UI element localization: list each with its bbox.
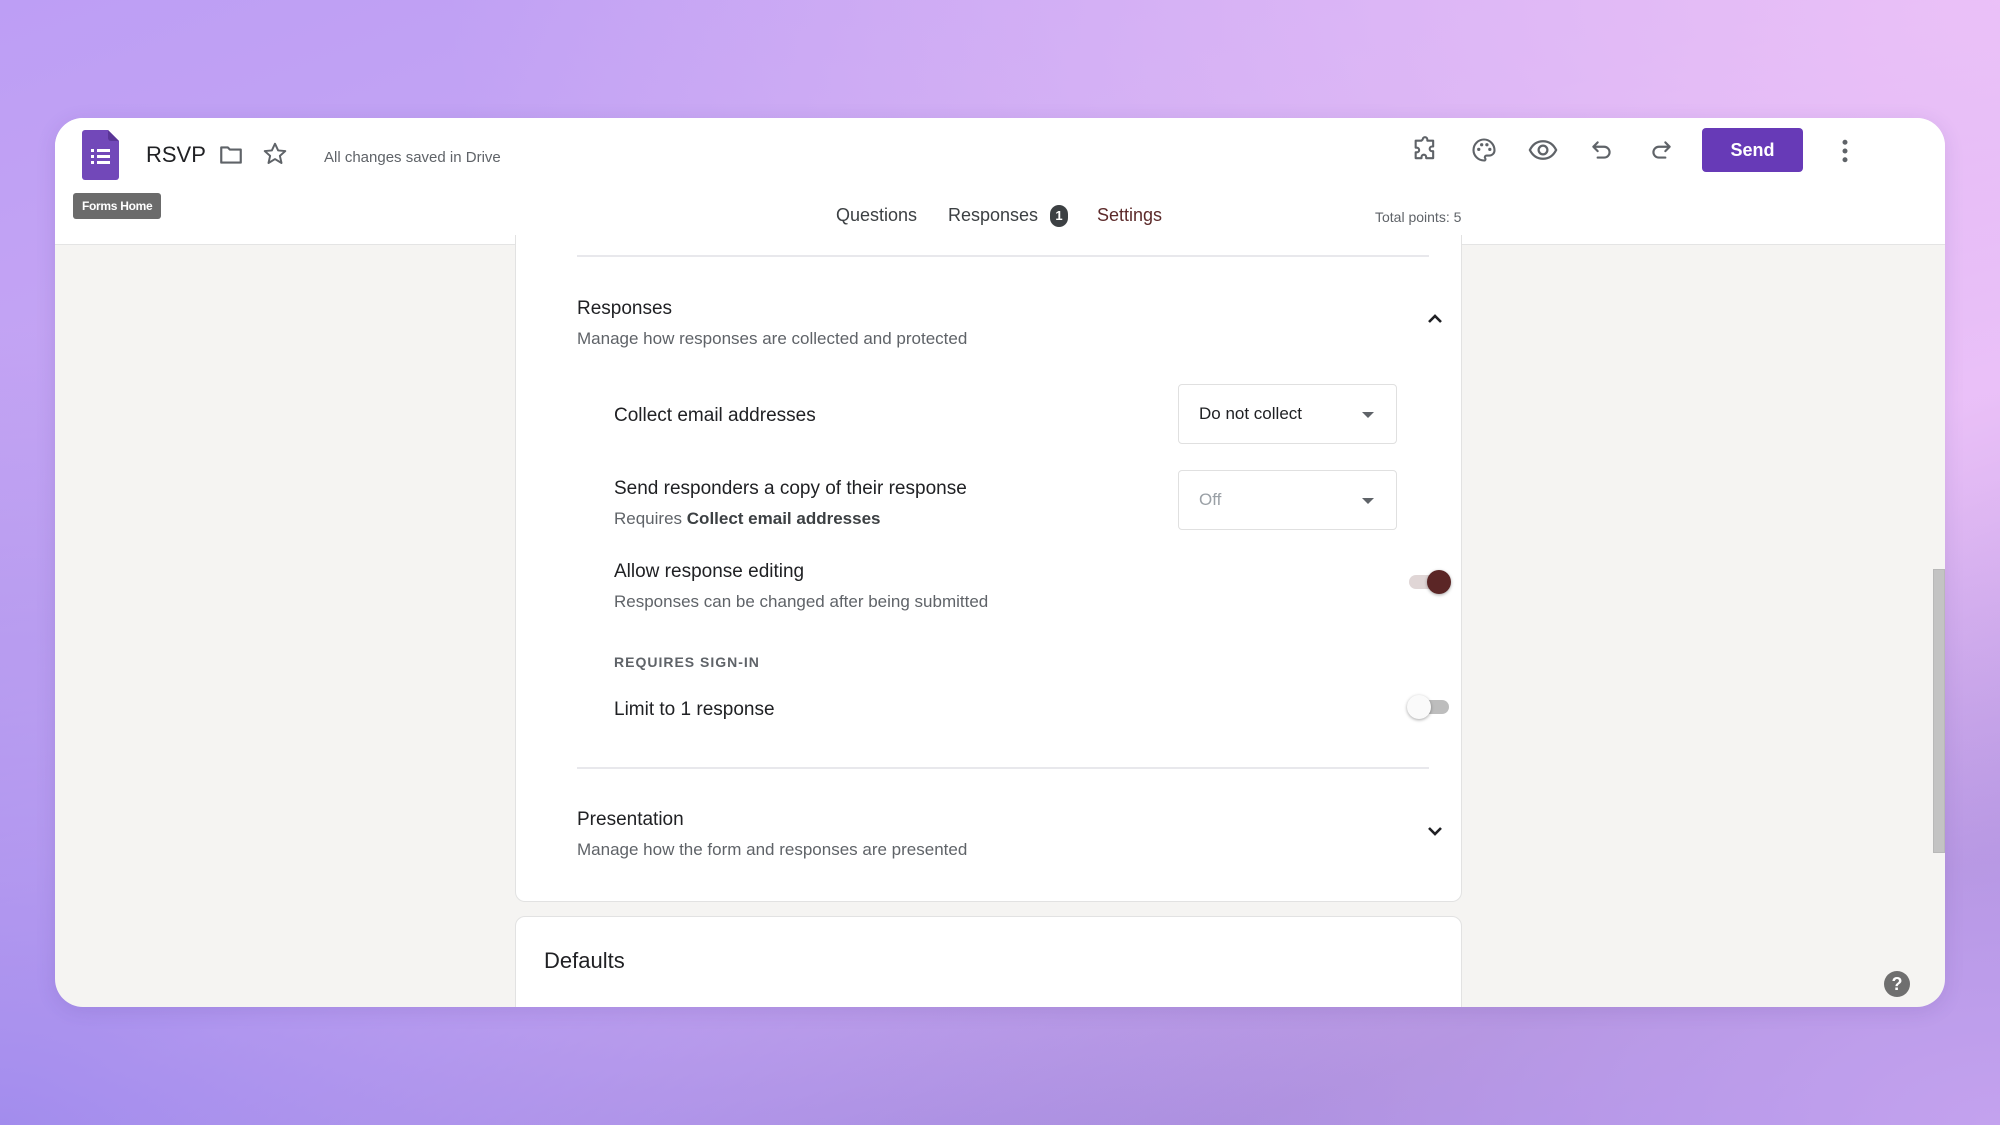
preview-eye-icon[interactable] bbox=[1528, 135, 1558, 165]
send-copy-value: Off bbox=[1199, 490, 1222, 509]
tab-settings[interactable]: Settings bbox=[1097, 205, 1162, 238]
chevron-up-icon[interactable] bbox=[1423, 307, 1447, 331]
palette-icon[interactable] bbox=[1469, 135, 1499, 165]
allow-editing-subtitle: Responses can be changed after being sub… bbox=[614, 592, 989, 611]
divider bbox=[577, 255, 1429, 257]
presentation-section-title[interactable]: Presentation bbox=[577, 809, 684, 831]
collect-email-value: Do not collect bbox=[1199, 404, 1302, 423]
dropdown-arrow-icon bbox=[1362, 498, 1374, 504]
total-points: Total points: 5 bbox=[1375, 209, 1462, 225]
forms-window: RSVP All changes saved in Drive Forms Ho… bbox=[55, 118, 1945, 1007]
chevron-down-icon[interactable] bbox=[1423, 819, 1447, 843]
requires-prefix: Requires bbox=[614, 509, 683, 528]
requires-sign-in-label: REQUIRES SIGN-IN bbox=[614, 654, 760, 670]
send-button[interactable]: Send bbox=[1702, 128, 1803, 172]
star-icon[interactable] bbox=[262, 141, 288, 167]
settings-content: Responses Manage how responses are colle… bbox=[55, 235, 1945, 1007]
defaults-section-title[interactable]: Defaults bbox=[544, 948, 625, 974]
send-copy-select[interactable]: Off bbox=[1178, 470, 1397, 530]
tab-responses[interactable]: Responses bbox=[948, 205, 1038, 238]
more-vert-icon[interactable] bbox=[1830, 136, 1860, 166]
defaults-card: Defaults bbox=[515, 916, 1462, 1007]
presentation-section-subtitle: Manage how the form and responses are pr… bbox=[577, 840, 968, 859]
allow-editing-label: Allow response editing bbox=[614, 561, 805, 582]
responses-section-title[interactable]: Responses bbox=[577, 298, 672, 320]
scrollbar-thumb[interactable] bbox=[1933, 569, 1945, 853]
dropdown-arrow-icon bbox=[1362, 412, 1374, 418]
send-copy-label: Send responders a copy of their response bbox=[614, 478, 967, 499]
collect-email-select[interactable]: Do not collect bbox=[1178, 384, 1397, 444]
collect-email-label: Collect email addresses bbox=[614, 405, 816, 426]
settings-card: Responses Manage how responses are colle… bbox=[515, 235, 1462, 902]
limit-one-label: Limit to 1 response bbox=[614, 699, 775, 720]
toggle-thumb bbox=[1407, 695, 1431, 719]
responses-section-subtitle: Manage how responses are collected and p… bbox=[577, 329, 968, 348]
undo-icon[interactable] bbox=[1587, 135, 1617, 165]
send-copy-requirement: Requires Collect email addresses bbox=[614, 509, 881, 529]
limit-one-toggle[interactable] bbox=[1407, 692, 1453, 722]
google-forms-icon[interactable] bbox=[82, 130, 119, 180]
redo-icon[interactable] bbox=[1646, 135, 1676, 165]
save-status: All changes saved in Drive bbox=[324, 149, 501, 166]
folder-icon[interactable] bbox=[218, 142, 244, 168]
responses-count-badge: 1 bbox=[1050, 205, 1068, 227]
toggle-thumb bbox=[1427, 570, 1451, 594]
addons-icon[interactable] bbox=[1410, 135, 1440, 165]
divider bbox=[577, 767, 1429, 769]
tab-questions[interactable]: Questions bbox=[836, 205, 917, 238]
requires-setting-name: Collect email addresses bbox=[686, 509, 881, 528]
help-icon[interactable]: ? bbox=[1884, 971, 1910, 997]
app-header: RSVP All changes saved in Drive Forms Ho… bbox=[55, 118, 1945, 245]
document-title[interactable]: RSVP bbox=[146, 142, 206, 168]
allow-editing-toggle[interactable] bbox=[1407, 567, 1453, 597]
